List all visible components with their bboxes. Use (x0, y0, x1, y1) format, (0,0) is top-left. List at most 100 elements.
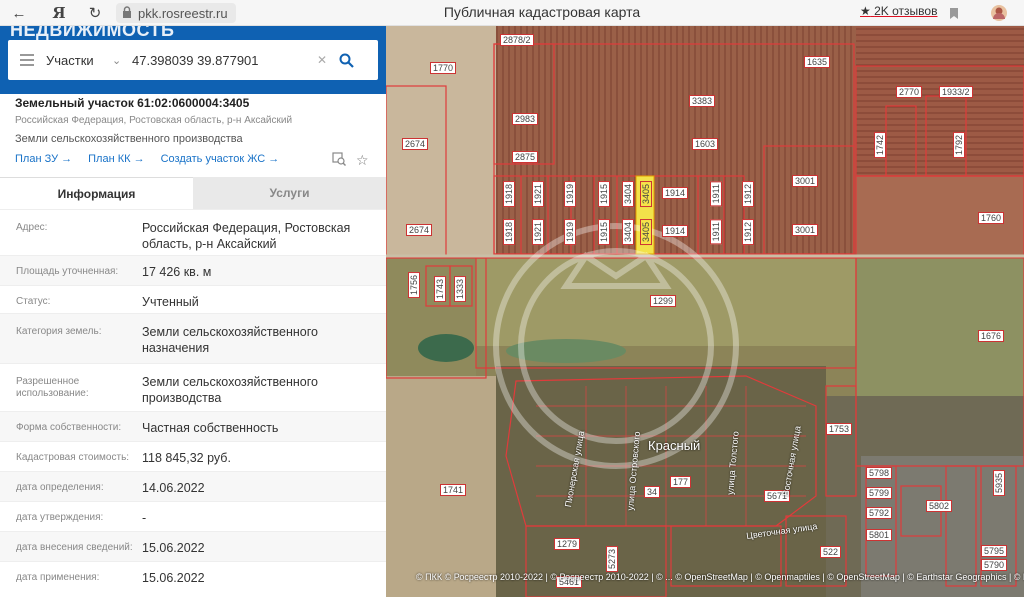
parcel-label[interactable]: 1742 (874, 132, 886, 159)
info-row-cadastral-value: Кадастровая стоимость: 118 845,32 руб. (0, 441, 386, 471)
parcel-label[interactable]: 1911 (710, 219, 722, 245)
parcel-label[interactable]: 2770 (896, 86, 923, 98)
parcel-label[interactable]: 5802 (926, 500, 953, 512)
parcel-label[interactable]: 1676 (978, 330, 1005, 342)
tab-info[interactable]: Информация (0, 177, 193, 209)
parcel-label[interactable]: 2983 (512, 113, 539, 125)
parcel-label[interactable]: 1741 (440, 484, 467, 496)
parcel-label[interactable]: 1921 (532, 181, 544, 208)
info-label: дата внесения сведений: (16, 542, 133, 553)
parcel-label[interactable]: 1915 (598, 219, 610, 246)
reload-icon[interactable]: ↻ (86, 4, 104, 22)
parcel-label[interactable]: 1921 (532, 219, 544, 246)
favorite-star-icon[interactable]: ☆ (356, 152, 369, 169)
parcel-label[interactable]: 1333 (454, 276, 466, 303)
parcel-label[interactable]: 34 (644, 486, 661, 498)
parcel-label[interactable]: 5935 (993, 470, 1005, 497)
parcel-label[interactable]: 3404 (622, 181, 634, 208)
parcel-label[interactable]: 2878/2 (500, 34, 534, 46)
info-value: 15.06.2022 (142, 541, 205, 555)
info-row-application-date: дата применения: 15.06.2022 (0, 561, 386, 597)
info-value: Российская Федерация, Ростовская область… (142, 221, 351, 251)
info-label: Адрес: (16, 222, 48, 233)
parcel-label[interactable]: 1743 (434, 276, 446, 303)
search-type-select[interactable]: Участки (46, 53, 112, 68)
tab-services[interactable]: Услуги (193, 177, 386, 209)
selected-parcel-label[interactable]: 3405 (640, 181, 652, 208)
parcel-label[interactable]: 1918 (503, 181, 515, 208)
parcel-label[interactable]: 1915 (598, 181, 610, 208)
parcel-label[interactable]: 1914 (662, 225, 689, 237)
parcel-label[interactable]: 1919 (564, 181, 576, 208)
brand-logo: НЕДВИЖИМОСТЬ (10, 26, 175, 40)
parcel-label[interactable]: 1914 (662, 187, 689, 199)
parcel-label[interactable]: 5795 (981, 545, 1008, 557)
parcel-label[interactable]: 5798 (866, 467, 893, 479)
parcel-label[interactable]: 3001 (792, 224, 819, 236)
info-row-category: Категория земель: Земли сельскохозяйстве… (0, 313, 386, 363)
address-bar[interactable]: pkk.rosreestr.ru (116, 3, 236, 23)
bookmark-icon[interactable] (945, 4, 963, 22)
plot-title: Земельный участок 61:02:0600004:3405 (15, 96, 250, 110)
zoom-to-plot-icon[interactable] (332, 152, 346, 169)
cadastral-map[interactable]: 2878/2 1770 1635 3383 2770 1933/2 2983 1… (386, 26, 1024, 597)
parcel-label[interactable]: 1603 (692, 138, 719, 150)
panel-header: НЕДВИЖИМОСТЬ Участки ⌄ ✕ (0, 26, 386, 94)
clear-icon[interactable]: ✕ (312, 53, 332, 67)
back-arrow-icon[interactable]: ← (10, 4, 28, 22)
info-value: 118 845,32 руб. (142, 451, 231, 465)
parcel-label[interactable]: 2875 (512, 151, 539, 163)
info-value: 14.06.2022 (142, 481, 205, 495)
parcel-label[interactable]: 3404 (622, 219, 634, 246)
info-panel: НЕДВИЖИМОСТЬ Участки ⌄ ✕ Земельный участ… (0, 26, 386, 597)
map-attribution: © ПКК © Росреестр 2010-2022 | © Росреест… (416, 572, 1024, 582)
parcel-label[interactable]: 522 (820, 546, 842, 558)
plan-zu-link[interactable]: План ЗУ → (15, 153, 72, 165)
parcel-label[interactable]: 3001 (792, 175, 819, 187)
reviews-link[interactable]: ★ 2K отзывов (860, 4, 937, 18)
parcel-label[interactable]: 2674 (406, 224, 433, 236)
parcel-label[interactable]: 5790 (981, 559, 1008, 571)
search-button[interactable] (332, 53, 360, 68)
parcel-label[interactable]: 1635 (804, 56, 831, 68)
parcel-label[interactable]: 1792 (953, 132, 965, 159)
parcel-label[interactable]: 1933/2 (939, 86, 973, 98)
url-text: pkk.rosreestr.ru (138, 5, 228, 21)
info-row-entry-date: дата внесения сведений: 15.06.2022 (0, 531, 386, 561)
selected-parcel-label[interactable]: 3405 (640, 219, 652, 246)
info-value: Земли сельскохозяйственного назначения (142, 325, 318, 355)
parcel-label[interactable]: 5792 (866, 507, 893, 519)
menu-icon[interactable] (8, 54, 46, 66)
village-name: Красный (648, 438, 701, 453)
plan-kk-link[interactable]: План КК → (88, 153, 144, 165)
parcel-label[interactable]: 5801 (866, 529, 893, 541)
search-icon (339, 53, 354, 68)
panel-tabs: Информация Услуги (0, 177, 386, 209)
create-plot-link[interactable]: Создать участок ЖС → (161, 153, 280, 165)
yandex-logo-icon[interactable]: Я (50, 4, 68, 22)
parcel-label[interactable]: 2674 (402, 138, 429, 150)
parcel-label[interactable]: 1760 (978, 212, 1005, 224)
parcel-label[interactable]: 1299 (650, 295, 677, 307)
parcel-label[interactable]: 1912 (742, 219, 754, 246)
parcel-label[interactable]: 1753 (826, 423, 853, 435)
parcel-label[interactable]: 1911 (710, 181, 722, 207)
reviews-label: 2K отзывов (874, 4, 938, 18)
parcel-label[interactable]: 1770 (430, 62, 457, 74)
chevron-down-icon[interactable]: ⌄ (112, 54, 132, 67)
info-row-status: Статус: Учтенный (0, 285, 386, 313)
search-input[interactable] (132, 52, 312, 68)
parcel-label[interactable]: 5799 (866, 487, 893, 499)
profile-avatar-icon[interactable] (990, 4, 1008, 22)
parcel-label[interactable]: 5273 (606, 546, 618, 573)
parcel-label[interactable]: 1918 (503, 219, 515, 246)
parcel-label[interactable]: 3383 (689, 95, 716, 107)
parcel-label[interactable]: 1919 (564, 219, 576, 246)
info-label: Статус: (16, 296, 51, 307)
browser-toolbar: ← Я ↻ pkk.rosreestr.ru Публичная кадастр… (0, 0, 1024, 26)
search-bar: Участки ⌄ ✕ (8, 40, 378, 80)
parcel-label[interactable]: 1756 (408, 272, 420, 299)
parcel-label[interactable]: 1279 (554, 538, 581, 550)
parcel-label[interactable]: 1912 (742, 181, 754, 208)
parcel-label[interactable]: 177 (670, 476, 692, 488)
